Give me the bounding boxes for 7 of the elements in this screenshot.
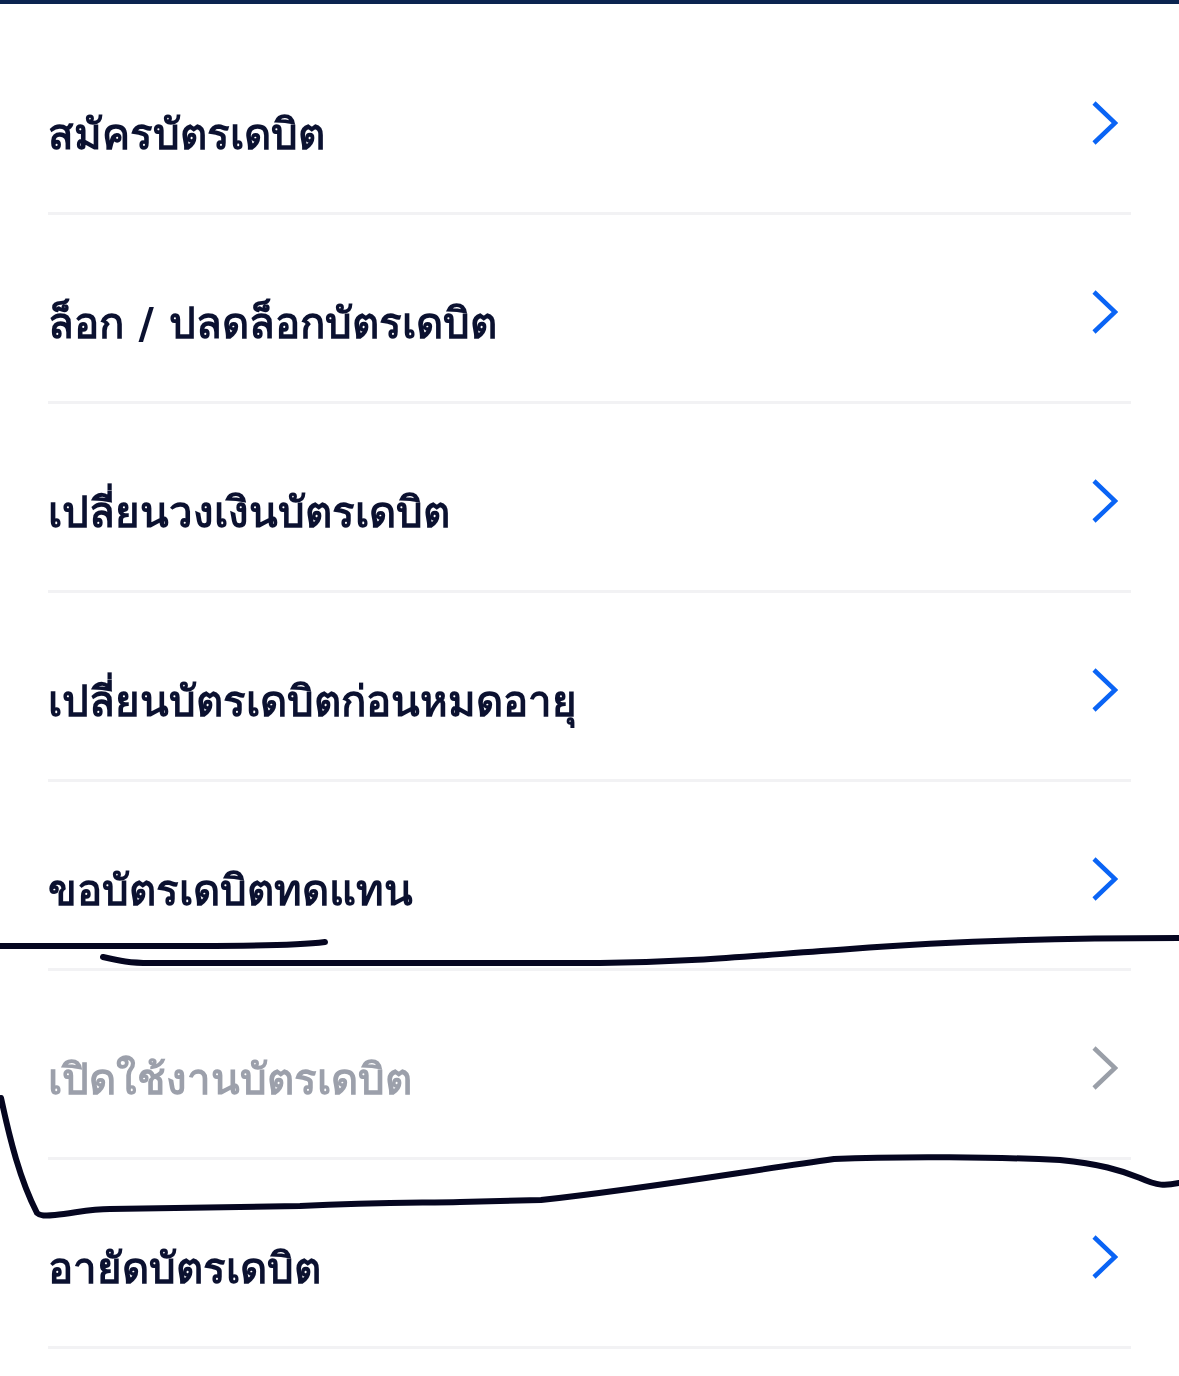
chevron-right-icon	[1092, 101, 1118, 145]
chevron-right-icon	[1092, 668, 1118, 712]
chevron-right-icon	[1092, 1235, 1118, 1279]
chevron-right-icon	[1092, 479, 1118, 523]
chevron-right-icon	[1092, 1046, 1118, 1090]
chevron-right-icon	[1092, 857, 1118, 901]
chevron-right-icon	[1092, 290, 1118, 334]
